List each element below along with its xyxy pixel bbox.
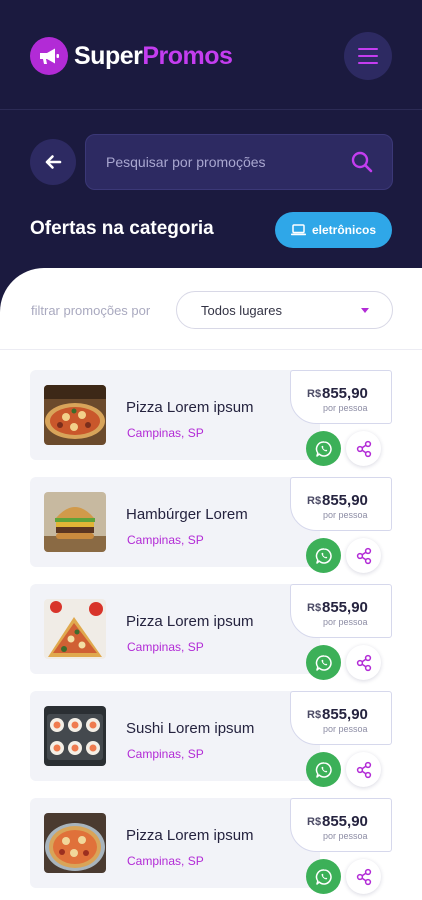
location-filter-select[interactable]: Todos lugares [176,291,393,329]
price-unit: por pessoa [323,724,368,734]
price-tag: R$ 855,90 por pessoa [290,798,392,852]
whatsapp-button[interactable] [306,752,341,787]
price-currency: R$ [307,602,322,614]
offer-location: Campinas, SP [127,426,204,440]
app-name: SuperPromos [74,41,233,71]
price-unit: por pessoa [323,510,368,520]
search-icon[interactable] [350,150,374,174]
offer-title: Pizza Lorem ipsum [126,399,254,416]
whatsapp-icon [315,761,332,778]
offer-location: Campinas, SP [127,854,204,868]
whatsapp-icon [315,654,332,671]
app-name-part1: Super [74,41,143,70]
menu-bar [358,62,378,64]
price-tag: R$ 855,90 por pessoa [290,477,392,531]
share-icon [356,547,371,564]
offer-card[interactable]: Hambúrger Lorem Campinas, SP R$ 855,90 p… [30,477,392,573]
whatsapp-button[interactable] [306,538,341,573]
share-icon [356,440,371,457]
whatsapp-button[interactable] [306,859,341,894]
whatsapp-icon [315,547,332,564]
share-button[interactable] [346,431,381,466]
share-button[interactable] [346,538,381,573]
price-value: 855,90 [322,813,368,830]
megaphone-icon [30,37,68,75]
menu-bar [358,48,378,50]
search-input[interactable] [106,135,336,189]
filter-selected-value: Todos lugares [201,303,282,318]
share-button[interactable] [346,645,381,680]
app-logo[interactable]: SuperPromos [30,37,233,75]
price-value: 855,90 [322,599,368,616]
whatsapp-button[interactable] [306,431,341,466]
price-tag: R$ 855,90 por pessoa [290,370,392,424]
caret-down-icon [361,308,369,313]
offer-location: Campinas, SP [127,640,204,654]
share-icon [356,654,371,671]
share-icon [356,868,371,885]
price-tag: R$ 855,90 por pessoa [290,584,392,638]
offer-title: Pizza Lorem ipsum [126,613,254,630]
offer-card[interactable]: Pizza Lorem ipsum Campinas, SP R$ 855,90… [30,370,392,466]
back-button[interactable] [30,139,76,185]
offer-image-pizza [44,599,106,659]
app-name-part2: Promos [142,41,233,70]
share-button[interactable] [346,859,381,894]
price-value: 855,90 [322,706,368,723]
offer-title: Pizza Lorem ipsum [126,827,254,844]
price-currency: R$ [307,709,322,721]
price-unit: por pessoa [323,403,368,413]
offer-image-burger [44,492,106,552]
offer-title: Hambúrger Lorem [126,506,248,523]
page-title: Ofertas na categoria [30,218,214,239]
offer-card[interactable]: Pizza Lorem ipsum Campinas, SP R$ 855,90… [30,584,392,680]
laptop-icon [290,224,306,236]
category-badge[interactable]: eletrônicos [275,212,392,248]
filter-label: filtrar promoções por [31,303,151,318]
offer-location: Campinas, SP [127,747,204,761]
hamburger-menu-button[interactable] [344,32,392,80]
price-value: 855,90 [322,492,368,509]
offer-location: Campinas, SP [127,533,204,547]
share-icon [356,761,371,778]
divider [0,349,422,350]
price-tag: R$ 855,90 por pessoa [290,691,392,745]
offer-card[interactable]: Sushi Lorem ipsum Campinas, SP R$ 855,90… [30,691,392,787]
category-label: eletrônicos [311,223,377,237]
whatsapp-icon [315,868,332,885]
price-unit: por pessoa [323,831,368,841]
price-currency: R$ [307,495,322,507]
search-box [85,134,393,190]
offer-card[interactable]: Pizza Lorem ipsum Campinas, SP R$ 855,90… [30,798,392,894]
offer-image-pizza [44,813,106,873]
offer-image-sushi [44,706,106,766]
whatsapp-icon [315,440,332,457]
offer-title: Sushi Lorem ipsum [126,720,255,737]
price-value: 855,90 [322,385,368,402]
app-header: SuperPromos [0,0,422,110]
arrow-left-icon [45,155,62,169]
price-currency: R$ [307,388,322,400]
price-unit: por pessoa [323,617,368,627]
offer-image-pizza [44,385,106,445]
menu-bar [358,55,378,57]
price-currency: R$ [307,816,322,828]
share-button[interactable] [346,752,381,787]
whatsapp-button[interactable] [306,645,341,680]
